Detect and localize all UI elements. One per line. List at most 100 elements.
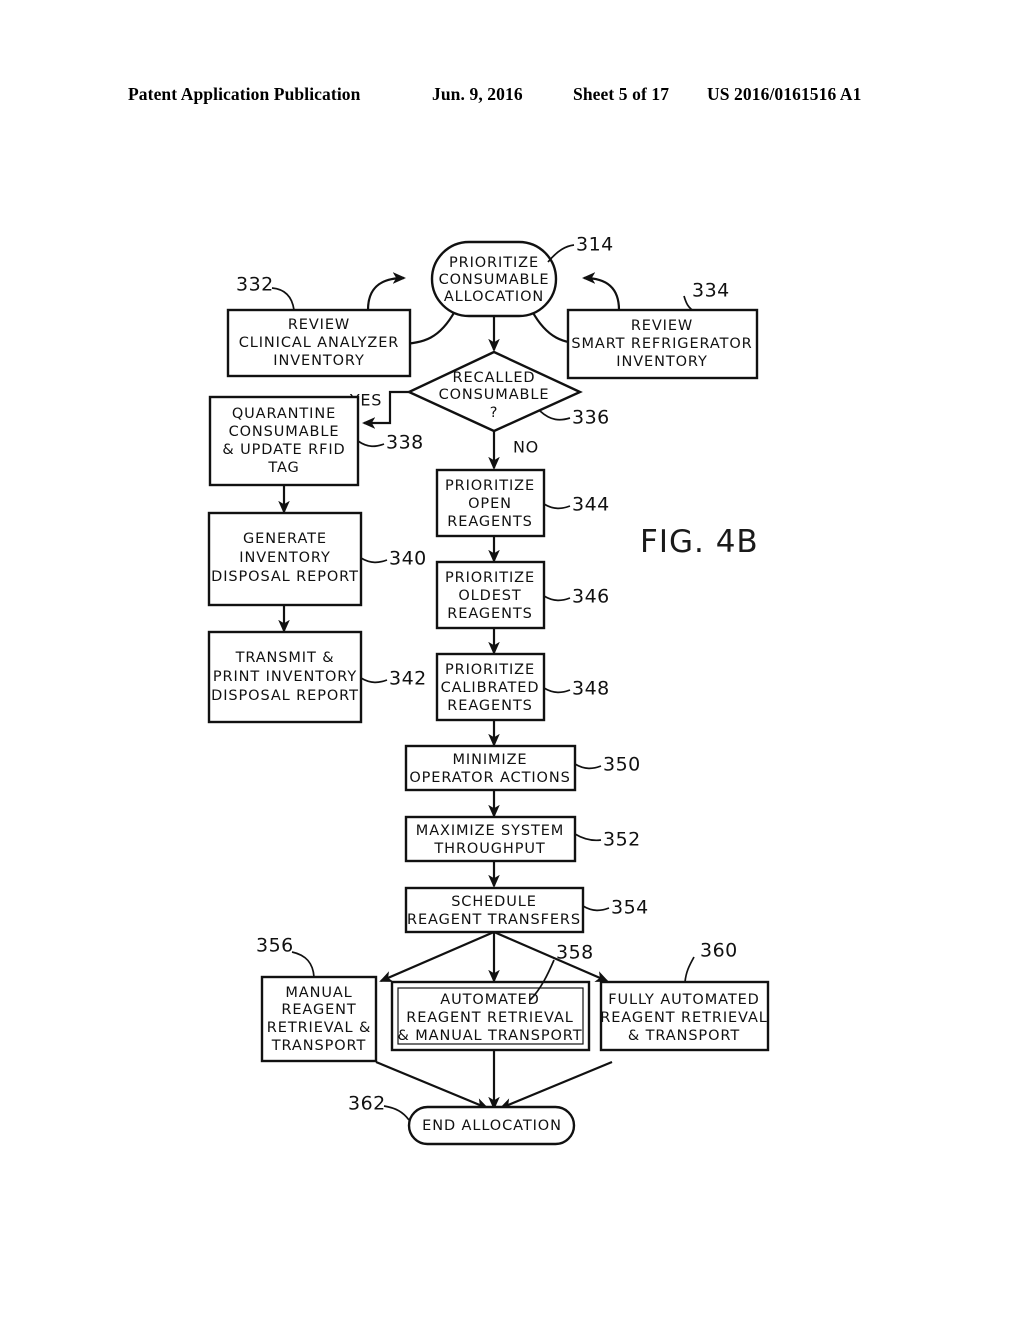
ref-350-label: 350	[603, 754, 641, 776]
node-346-line-1: PRIORITIZE	[445, 570, 535, 586]
ref-354-label: 354	[611, 897, 649, 919]
node-360-line-1: FULLY AUTOMATED	[608, 992, 759, 1008]
node-332-review-clinical-analyzer-inventory: REVIEW CLINICAL ANALYZER INVENTORY	[226, 308, 412, 378]
node-340-generate-inventory-disposal-report: GENERATE INVENTORY DISPOSAL REPORT	[207, 511, 363, 607]
ref-338-label: 338	[386, 432, 424, 454]
node-350-line-1: MINIMIZE	[453, 752, 528, 768]
node-344-line-1: PRIORITIZE	[445, 478, 535, 494]
node-356-line-2: REAGENT	[281, 1002, 356, 1018]
ref-344-label: 344	[572, 494, 610, 516]
node-336-line-2: CONSUMABLE	[439, 387, 550, 403]
ref-350: 350	[574, 754, 641, 776]
ref-356: 356	[256, 935, 315, 978]
node-314-prioritize-consumable-allocation: PRIORITIZE CONSUMABLE ALLOCATION	[430, 240, 558, 318]
node-352-maximize-system-throughput: MAXIMIZE SYSTEM THROUGHPUT	[404, 815, 577, 863]
ref-332-label: 332	[236, 274, 274, 296]
node-346-line-2: OLDEST	[458, 588, 521, 604]
node-340-line-3: DISPOSAL REPORT	[211, 569, 359, 585]
ref-314: 314	[547, 234, 614, 263]
edge-334-to-334-in	[582, 272, 621, 311]
ref-336-label: 336	[572, 407, 610, 429]
edge-354-to-356	[379, 930, 495, 983]
node-358-line-1: AUTOMATED	[440, 992, 539, 1008]
edge-356-to-362	[375, 1060, 489, 1110]
node-362-label: END ALLOCATION	[422, 1118, 562, 1134]
node-348-prioritize-calibrated-reagents: PRIORITIZE CALIBRATED REAGENTS	[435, 652, 546, 722]
node-332-line-1: REVIEW	[288, 317, 350, 333]
ref-360-label: 360	[700, 940, 738, 962]
ref-352: 352	[574, 829, 641, 851]
node-344-prioritize-open-reagents: PRIORITIZE OPEN REAGENTS	[435, 468, 546, 538]
node-362-end-allocation: END ALLOCATION	[407, 1105, 576, 1146]
node-314-line-3: ALLOCATION	[444, 289, 544, 305]
node-314-line-2: CONSUMABLE	[439, 272, 550, 288]
node-358-line-3: & MANUAL TRANSPORT	[398, 1028, 583, 1044]
ref-362: 362	[348, 1093, 410, 1121]
node-340-line-1: GENERATE	[243, 531, 327, 547]
ref-334-label: 334	[692, 280, 730, 302]
ref-346: 346	[543, 586, 610, 608]
node-352-line-1: MAXIMIZE SYSTEM	[416, 823, 564, 839]
node-348-line-3: REAGENTS	[447, 698, 532, 714]
node-358-line-2: REAGENT RETRIEVAL	[406, 1010, 574, 1026]
node-346-prioritize-oldest-reagents: PRIORITIZE OLDEST REAGENTS	[435, 560, 546, 630]
ref-354: 354	[582, 897, 649, 919]
node-356-line-4: TRANSPORT	[271, 1038, 366, 1054]
ref-358-label: 358	[556, 942, 594, 964]
node-342-line-2: PRINT INVENTORY	[213, 669, 357, 685]
node-344-line-3: REAGENTS	[447, 514, 532, 530]
node-332-line-3: INVENTORY	[273, 353, 364, 369]
node-360-fully-automated-reagent-retrieval-transport: FULLY AUTOMATED REAGENT RETRIEVAL & TRAN…	[599, 980, 770, 1052]
ref-332: 332	[236, 274, 295, 311]
edge-332-to-314	[366, 272, 406, 311]
ref-346-label: 346	[572, 586, 610, 608]
node-356-manual-reagent-retrieval-transport: MANUAL REAGENT RETRIEVAL & TRANSPORT	[260, 975, 378, 1063]
node-314-line-1: PRIORITIZE	[449, 255, 539, 271]
node-340-line-2: INVENTORY	[239, 550, 330, 566]
node-338-quarantine-consumable: QUARANTINE CONSUMABLE & UPDATE RFID TAG	[208, 395, 360, 487]
ref-340-label: 340	[389, 548, 427, 570]
node-350-line-2: OPERATOR ACTIONS	[409, 770, 570, 786]
node-352-line-2: THROUGHPUT	[433, 841, 545, 857]
node-338-line-3: & UPDATE RFID	[222, 442, 345, 458]
node-334-line-2: SMART REFRIGERATOR	[571, 336, 752, 352]
ref-348-label: 348	[572, 678, 610, 700]
ref-344: 344	[543, 494, 610, 516]
node-336-line-3: ?	[490, 405, 499, 421]
node-334-review-smart-refrigerator-inventory: REVIEW SMART REFRIGERATOR INVENTORY	[566, 308, 759, 380]
branch-label-no: NO	[513, 438, 539, 457]
node-360-line-3: & TRANSPORT	[628, 1028, 740, 1044]
node-354-line-2: REAGENT TRANSFERS	[407, 912, 581, 928]
node-354-line-1: SCHEDULE	[451, 894, 537, 910]
ref-352-label: 352	[603, 829, 641, 851]
node-334-line-3: INVENTORY	[616, 354, 707, 370]
node-338-line-2: CONSUMABLE	[229, 424, 340, 440]
node-344-line-2: OPEN	[468, 496, 512, 512]
node-332-line-2: CLINICAL ANALYZER	[239, 335, 400, 351]
node-348-line-1: PRIORITIZE	[445, 662, 535, 678]
node-338-line-1: QUARANTINE	[232, 406, 336, 422]
node-338-line-4: TAG	[267, 460, 299, 476]
node-348-line-2: CALIBRATED	[441, 680, 540, 696]
ref-336: 336	[539, 407, 610, 429]
ref-348: 348	[543, 678, 610, 700]
ref-360: 360	[684, 940, 738, 983]
ref-342-label: 342	[389, 668, 427, 690]
node-358-automated-reagent-retrieval-manual-transport: AUTOMATED REAGENT RETRIEVAL & MANUAL TRA…	[390, 980, 591, 1052]
node-356-line-1: MANUAL	[285, 985, 352, 1001]
node-346-line-3: REAGENTS	[447, 606, 532, 622]
ref-314-label: 314	[576, 234, 614, 256]
node-336-line-1: RECALLED	[453, 370, 536, 386]
ref-362-label: 362	[348, 1093, 386, 1115]
node-342-line-1: TRANSMIT &	[235, 650, 335, 666]
node-354-schedule-reagent-transfers: SCHEDULE REAGENT TRANSFERS	[404, 886, 585, 934]
node-360-line-2: REAGENT RETRIEVAL	[600, 1010, 768, 1026]
ref-334: 334	[683, 280, 730, 311]
node-334-line-1: REVIEW	[631, 318, 693, 334]
edge-360-to-362	[499, 1060, 613, 1110]
node-350-minimize-operator-actions: MINIMIZE OPERATOR ACTIONS	[404, 744, 577, 792]
ref-356-label: 356	[256, 935, 294, 957]
ref-340: 340	[360, 548, 427, 570]
ref-342: 342	[360, 668, 427, 690]
ref-338: 338	[357, 432, 424, 454]
